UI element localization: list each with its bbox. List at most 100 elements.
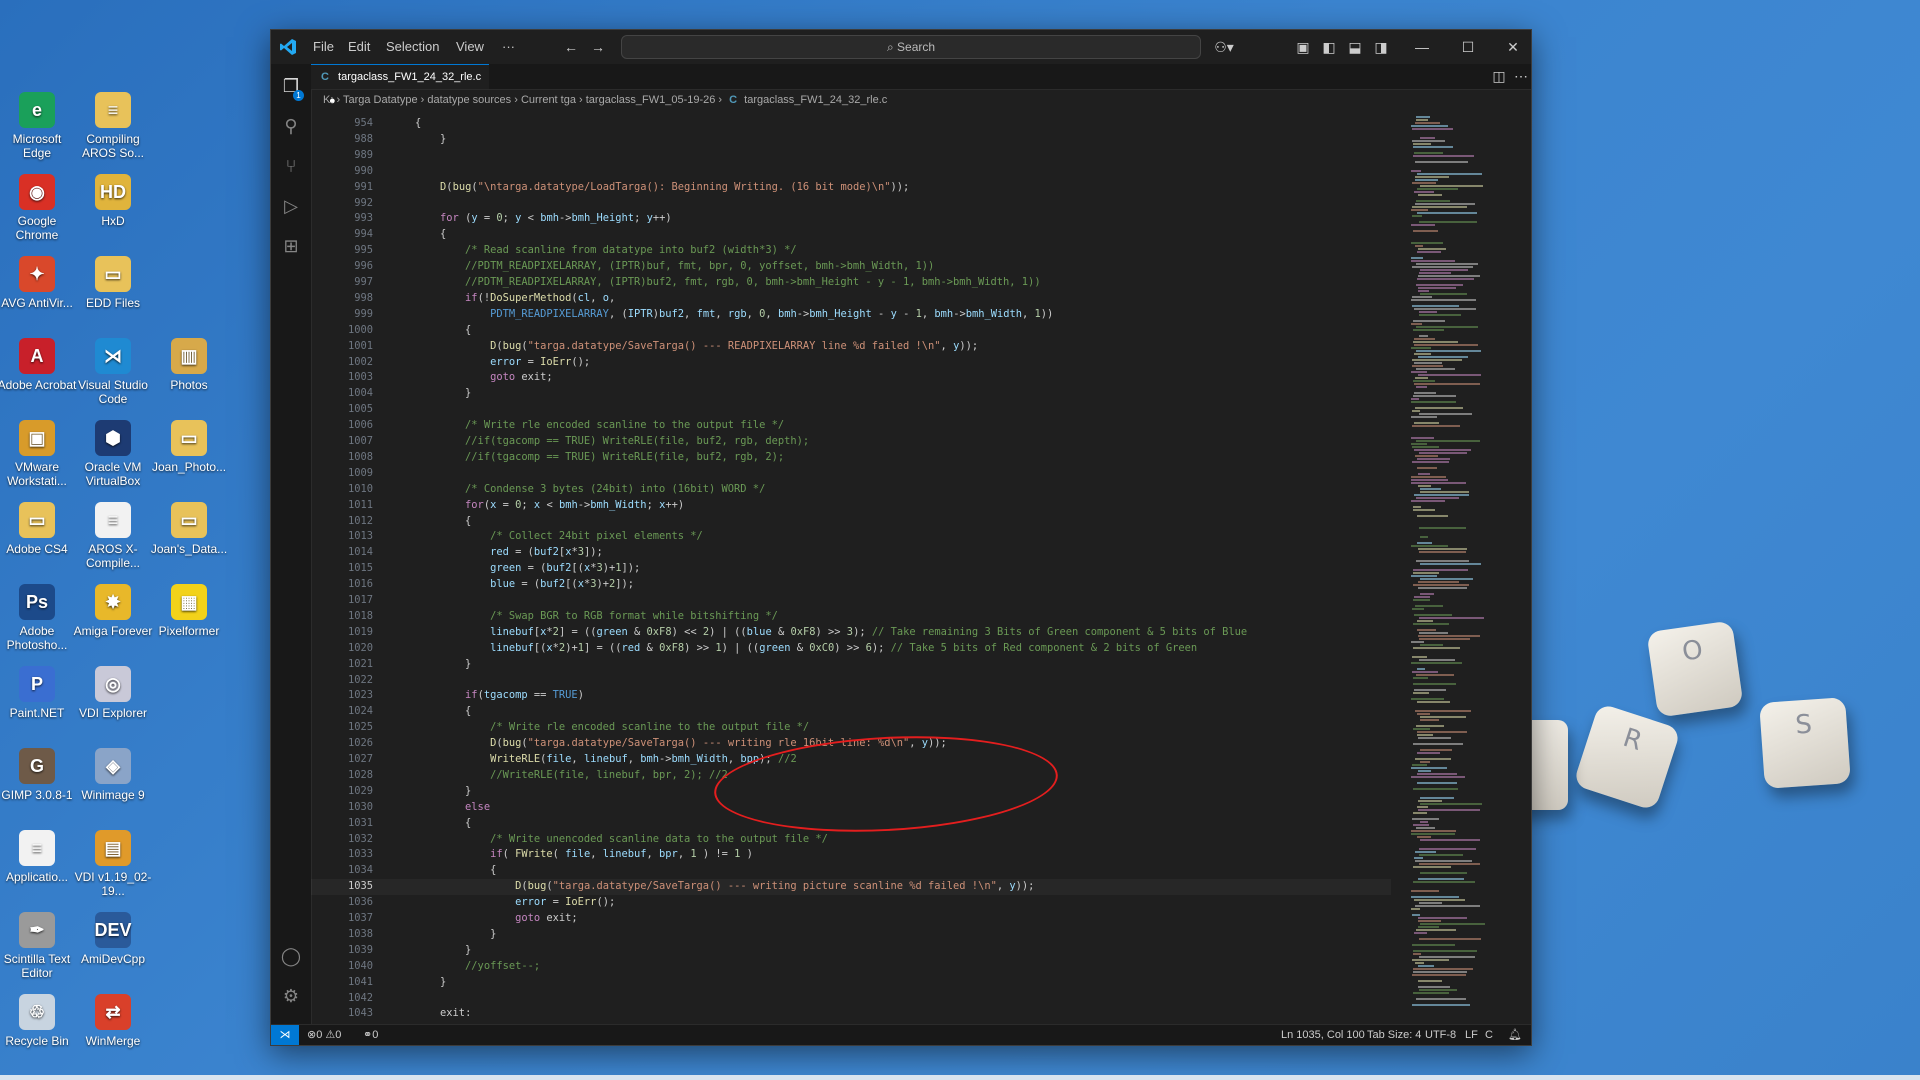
desktop-icon[interactable]: ▭ Joan's_Data... <box>149 496 229 576</box>
maximize-button[interactable]: ☐ <box>1458 37 1478 57</box>
code-line[interactable]: 1039 } <box>311 943 1391 959</box>
desktop-icon[interactable]: e Microsoft Edge <box>0 86 77 166</box>
code-line[interactable]: 1005 <box>311 402 1391 418</box>
menu-edit[interactable]: Edit <box>348 39 370 54</box>
language-mode[interactable]: C <box>1485 1025 1493 1045</box>
code-line[interactable]: 1002 error = IoErr(); <box>311 355 1391 371</box>
desktop-icon[interactable]: ▤ VDI v1.19_02-19... <box>73 824 153 904</box>
code-line[interactable]: 1009 <box>311 466 1391 482</box>
source-control-icon[interactable]: ⑂ <box>279 154 303 178</box>
desktop-icon[interactable]: ≡ Applicatio... <box>0 824 77 904</box>
ports-indicator[interactable]: ⚭0 <box>363 1025 378 1045</box>
desktop-icon[interactable]: ◉ Google Chrome <box>0 168 77 248</box>
code-line[interactable]: 995 /* Read scanline from datatype into … <box>311 243 1391 259</box>
desktop-icon[interactable]: ⬢ Oracle VM VirtualBox <box>73 414 153 494</box>
code-line[interactable]: 1038 } <box>311 927 1391 943</box>
code-line[interactable]: 1037 goto exit; <box>311 911 1391 927</box>
code-line[interactable]: 1004 } <box>311 386 1391 402</box>
desktop-icon[interactable]: DEV AmiDevCpp <box>73 906 153 986</box>
extensions-icon[interactable]: ⊞ <box>279 234 303 258</box>
notifications-bell-icon[interactable]: 🔔︎ <box>1508 1025 1522 1045</box>
code-line[interactable]: 1001 D(bug("targa.datatype/SaveTarga() -… <box>311 339 1391 355</box>
minimap[interactable] <box>1407 110 1517 1025</box>
remote-indicator-icon[interactable]: ⋊ <box>271 1025 299 1045</box>
code-line[interactable]: 1014 red = (buf2[x*3]); <box>311 545 1391 561</box>
code-line[interactable]: 1024 { <box>311 704 1391 720</box>
menu-file[interactable]: File <box>313 39 334 54</box>
code-line[interactable]: 1035 D(bug("targa.datatype/SaveTarga() -… <box>311 879 1391 896</box>
customize-layout-icon[interactable]: ▣ <box>1293 37 1313 57</box>
code-line[interactable]: 1010 /* Condense 3 bytes (24bit) into (1… <box>311 482 1391 498</box>
code-line[interactable]: 1015 green = (buf2[(x*3)+1]); <box>311 561 1391 577</box>
code-line[interactable]: 996 //PDTM_READPIXELARRAY, (IPTR)buf, fm… <box>311 259 1391 275</box>
tab-size[interactable]: Tab Size: 4 <box>1367 1025 1421 1045</box>
desktop-icon[interactable]: HD HxD <box>73 168 153 248</box>
search-sidebar-icon[interactable]: ⚲ <box>279 114 303 138</box>
copilot-icon[interactable]: ⚇▾ <box>1209 37 1239 57</box>
code-line[interactable]: 954 { <box>311 116 1391 132</box>
code-line[interactable]: 1006 /* Write rle encoded scanline to th… <box>311 418 1391 434</box>
code-line[interactable]: 991 D(bug("\ntarga.datatype/LoadTarga():… <box>311 180 1391 196</box>
back-arrow-icon[interactable]: ← <box>561 37 581 57</box>
desktop-icon[interactable]: ✒ Scintilla Text Editor <box>0 906 77 986</box>
code-line[interactable]: 1020 linebuf[(x*2)+1] = ((red & 0xF8) >>… <box>311 641 1391 657</box>
breadcrumb-item[interactable]: datatype sources <box>427 94 511 106</box>
desktop-icon[interactable]: P Paint.NET <box>0 660 77 740</box>
encoding[interactable]: UTF-8 <box>1425 1025 1456 1045</box>
code-line[interactable]: 1040 //yoffset--; <box>311 959 1391 975</box>
code-line[interactable]: 1042 <box>311 991 1391 1007</box>
menu-view[interactable]: View <box>456 39 484 54</box>
code-line[interactable]: 1032 /* Write unencoded scanline data to… <box>311 832 1391 848</box>
desktop-icon[interactable]: ≡ AROS X-Compile... <box>73 496 153 576</box>
desktop-icon[interactable]: ♲ Recycle Bin <box>0 988 77 1068</box>
code-line[interactable]: 1013 /* Collect 24bit pixel elements */ <box>311 529 1391 545</box>
code-editor[interactable]: 954{988 } 989 990 991 D(bug("\ntarga.dataty… <box>311 110 1391 1025</box>
settings-gear-icon[interactable]: ⚙ <box>279 984 303 1008</box>
code-line[interactable]: 1012 { <box>311 514 1391 530</box>
run-debug-icon[interactable]: ▷ <box>279 194 303 218</box>
code-line[interactable]: 999 PDTM_READPIXELARRAY, (IPTR)buf2, fmt… <box>311 307 1391 323</box>
menu-selection[interactable]: Selection <box>386 39 439 54</box>
code-line[interactable]: 1016 blue = (buf2[(x*3)+2]); <box>311 577 1391 593</box>
desktop-icon[interactable]: ▥ Photos <box>149 332 229 412</box>
desktop-icon[interactable]: ▣ VMware Workstati... <box>0 414 77 494</box>
end-of-line[interactable]: LF <box>1465 1025 1478 1045</box>
desktop-icon[interactable]: ▭ Adobe CS4 <box>0 496 77 576</box>
code-line[interactable]: 1017 <box>311 593 1391 609</box>
code-line[interactable]: 1034 { <box>311 863 1391 879</box>
breadcrumb-item[interactable]: targaclass_FW1_05-19-26 <box>586 94 716 106</box>
desktop-icon[interactable]: ▭ EDD Files <box>73 250 153 330</box>
desktop-icon[interactable]: Ps Adobe Photosho... <box>0 578 77 658</box>
code-line[interactable]: 988 } <box>311 132 1391 148</box>
desktop-icon[interactable]: A Adobe Acrobat <box>0 332 77 412</box>
problems-indicator[interactable]: ⊗0 ⚠0 <box>307 1025 341 1045</box>
desktop-icon[interactable]: G GIMP 3.0.8-1 <box>0 742 77 822</box>
desktop-icon[interactable]: ≡ Compiling AROS So... <box>73 86 153 166</box>
code-line[interactable]: 1003 goto exit; <box>311 370 1391 386</box>
tab-targaclass[interactable]: C targaclass_FW1_24_32_rle.c ● <box>311 64 489 107</box>
breadcrumb-item[interactable]: K: <box>323 94 333 106</box>
more-actions-icon[interactable]: ⋯ <box>1511 66 1531 86</box>
desktop-icon[interactable]: ⇄ WinMerge <box>73 988 153 1068</box>
code-line[interactable]: 993 for (y = 0; y < bmh->bmh_Height; y++… <box>311 211 1391 227</box>
code-line[interactable]: 1018 /* Swap BGR to RGB format while bit… <box>311 609 1391 625</box>
code-line[interactable]: 1011 for(x = 0; x < bmh->bmh_Width; x++) <box>311 498 1391 514</box>
minimize-button[interactable]: — <box>1412 37 1432 57</box>
code-line[interactable]: 1000 { <box>311 323 1391 339</box>
code-line[interactable]: 1008 //if(tgacomp == TRUE) WriteRLE(file… <box>311 450 1391 466</box>
command-search-box[interactable]: ⌕ Search <box>621 35 1201 59</box>
code-line[interactable]: 1022 <box>311 673 1391 689</box>
code-line[interactable]: 989 <box>311 148 1391 164</box>
desktop-icon[interactable]: ▦ Pixelformer <box>149 578 229 658</box>
toggle-panel-icon[interactable]: ⬓ <box>1345 37 1365 57</box>
split-editor-icon[interactable]: ◫ <box>1489 66 1509 86</box>
code-line[interactable]: 992 <box>311 196 1391 212</box>
breadcrumb-item[interactable]: targaclass_FW1_24_32_rle.c <box>744 94 887 106</box>
code-line[interactable]: 1036 error = IoErr(); <box>311 895 1391 911</box>
close-button[interactable]: ✕ <box>1503 37 1523 57</box>
account-icon[interactable]: ◯ <box>279 944 303 968</box>
code-line[interactable]: 1019 linebuf[x*2] = ((green & 0xF8) << 2… <box>311 625 1391 641</box>
toggle-sidebar-icon[interactable]: ◧ <box>1319 37 1339 57</box>
desktop-icon[interactable]: ✦ AVG AntiVir... <box>0 250 77 330</box>
forward-arrow-icon[interactable]: → <box>588 37 608 57</box>
